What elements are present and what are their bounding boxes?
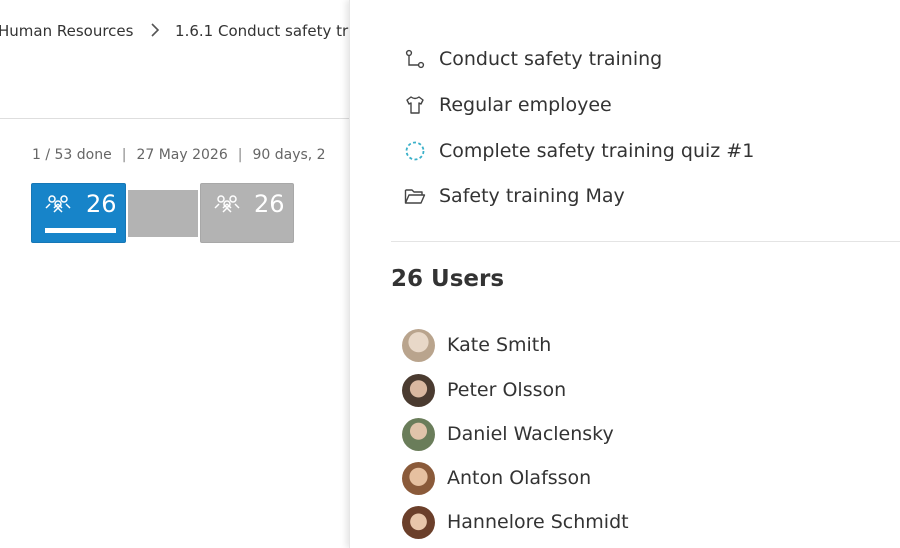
users-group-icon [214, 195, 240, 213]
chevron-right-icon [150, 22, 160, 41]
shirt-icon [404, 94, 426, 116]
stage-user-count: 26 [86, 190, 117, 218]
user-item[interactable]: Anton Olafsson [402, 461, 591, 495]
role-label: Regular employee [439, 94, 612, 116]
stage-meta: 1 / 53 done | 27 May 2026 | 90 days, 2 [32, 147, 326, 163]
folder-label: Safety training May [439, 185, 625, 207]
duration: 90 days, 2 [252, 147, 326, 163]
user-name: Kate Smith [447, 334, 552, 356]
user-item[interactable]: Kate Smith [402, 328, 551, 362]
process-row[interactable]: Conduct safety training [404, 46, 662, 72]
stage-user-count: 26 [254, 190, 285, 218]
avatar [402, 461, 435, 495]
users-group-icon [45, 195, 71, 213]
user-item[interactable]: Hannelore Schmidt [402, 505, 629, 539]
stage-tile[interactable]: 26 [200, 183, 294, 243]
user-item[interactable]: Peter Olsson [402, 373, 566, 407]
workflow-icon [404, 48, 426, 70]
user-name: Anton Olafsson [447, 467, 592, 489]
avatar [402, 505, 435, 539]
task-label: Complete safety training quiz #1 [439, 140, 755, 162]
user-name: Daniel Waclensky [447, 423, 614, 445]
task-row[interactable]: Complete safety training quiz #1 [404, 138, 754, 164]
user-name: Peter Olsson [447, 379, 567, 401]
details-panel: Conduct safety training Regular employee… [349, 0, 900, 548]
user-name: Hannelore Schmidt [447, 511, 629, 533]
stage-progress-bar [45, 228, 116, 233]
users-heading: 26 Users [391, 266, 505, 292]
user-item[interactable]: Daniel Waclensky [402, 417, 614, 451]
avatar [402, 373, 435, 407]
done-count: 1 / 53 done [32, 147, 112, 163]
stage-tile-active[interactable]: 26 [31, 183, 126, 243]
breadcrumb: Human Resources 1.6.1 Conduct safety tra… [0, 22, 349, 41]
breadcrumb-item-step[interactable]: 1.6.1 Conduct safety training [175, 22, 349, 40]
due-date: 27 May 2026 [136, 147, 228, 163]
stage-connector [128, 190, 198, 237]
avatar [402, 328, 435, 362]
role-row[interactable]: Regular employee [404, 92, 612, 118]
progress-ring-icon [404, 140, 426, 162]
divider [391, 241, 900, 242]
folder-icon [404, 185, 426, 207]
process-pane: Human Resources 1.6.1 Conduct safety tra… [0, 0, 349, 548]
folder-row[interactable]: Safety training May [404, 183, 625, 209]
avatar [402, 417, 435, 451]
process-label: Conduct safety training [439, 48, 663, 70]
breadcrumb-item-human-resources[interactable]: Human Resources [0, 22, 133, 40]
divider [0, 118, 349, 119]
